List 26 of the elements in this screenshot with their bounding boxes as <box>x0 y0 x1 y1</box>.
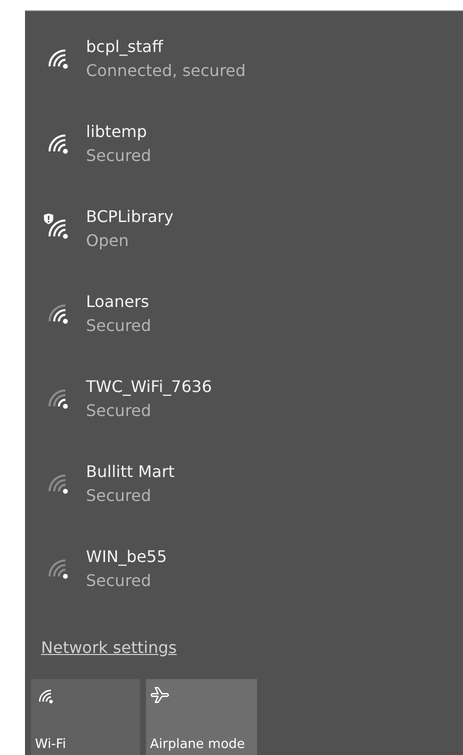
network-item[interactable]: Loaners Secured <box>43 292 463 346</box>
network-name: WIN_be55 <box>86 547 167 566</box>
network-item[interactable]: libtemp Secured <box>43 122 463 176</box>
airplane-mode-tile[interactable]: Airplane mode <box>146 679 257 755</box>
network-name: bcpl_staff <box>86 37 164 56</box>
network-item[interactable]: bcpl_staff Connected, secured <box>43 37 463 91</box>
network-status: Connected, secured <box>86 61 246 80</box>
network-settings-link[interactable]: Network settings <box>41 638 177 657</box>
network-status: Secured <box>86 571 152 590</box>
airplane-icon <box>150 685 170 705</box>
network-status: Secured <box>86 316 152 335</box>
network-name: Loaners <box>86 292 150 311</box>
network-name: BCPLibrary <box>86 207 174 226</box>
network-name: Bullitt Mart <box>86 462 175 481</box>
network-status: Secured <box>86 401 152 420</box>
network-item[interactable]: WIN_be55 Secured <box>43 547 463 601</box>
wifi-warning-icon <box>43 213 71 241</box>
network-status: Secured <box>86 486 152 505</box>
network-item[interactable]: TWC_WiFi_7636 Secured <box>43 377 463 431</box>
network-status: Open <box>86 231 130 250</box>
wifi-toggle-tile[interactable]: Wi-Fi <box>31 679 140 755</box>
network-name: libtemp <box>86 122 148 141</box>
network-status: Secured <box>86 146 152 165</box>
network-item[interactable]: Bullitt Mart Secured <box>43 462 463 516</box>
network-name: TWC_WiFi_7636 <box>86 377 212 396</box>
network-item[interactable]: BCPLibrary Open <box>43 207 463 261</box>
